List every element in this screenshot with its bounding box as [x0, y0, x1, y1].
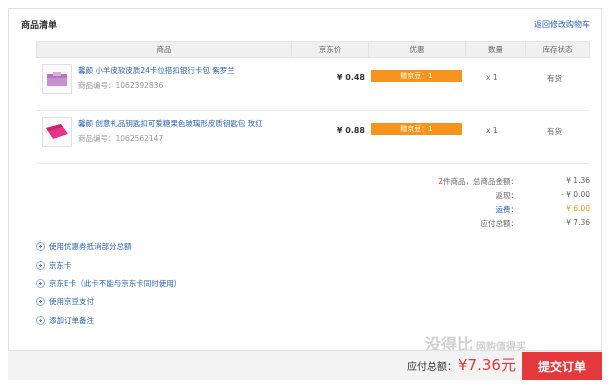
header-price: 京东价	[292, 42, 369, 57]
rebate-label: 返现：	[495, 191, 519, 200]
option-label: 京东E卡（此卡不能与京东卡同时使用）	[49, 278, 182, 288]
option-jd-beans[interactable]: 使用京豆支付	[36, 295, 94, 307]
rebate-value: - ¥ 0.00	[561, 190, 590, 199]
stock-status: 有货	[547, 74, 562, 83]
option-jd-ecard[interactable]: 京东E卡（此卡不能与京东卡同时使用）	[36, 277, 181, 289]
plus-icon	[36, 278, 45, 288]
header-quantity: 数量	[466, 42, 526, 57]
product-price: ¥ 0.48	[336, 73, 365, 82]
plus-icon	[36, 260, 45, 270]
plus-icon	[36, 296, 45, 306]
option-coupon[interactable]: 使用优惠券抵消部分总额	[36, 240, 132, 252]
stock-status: 有货	[547, 127, 562, 136]
option-label: 京东卡	[49, 260, 72, 270]
product-quantity: x 1	[486, 73, 498, 82]
product-name-link[interactable]: 馨颜 创意礼品钥匙扣可爱糖果色玻璃形皮质钥匙包 玫红	[78, 118, 263, 129]
summary-payable: 应付总额： ¥ 7.36	[380, 218, 591, 231]
summary-goods-total: 2件商品，总商品金额： ¥ 1.36	[380, 176, 590, 189]
shipping-value: ¥ 6.00	[566, 204, 590, 213]
option-label: 使用优惠券抵消部分总额	[49, 241, 132, 251]
product-thumbnail[interactable]	[42, 64, 72, 94]
table-row: 馨颜 创意礼品钥匙扣可爱糖果色玻璃形皮质钥匙包 玫红 商品编号：10625621…	[36, 112, 590, 164]
item-count-label: 件商品，总商品金额：	[443, 177, 518, 186]
option-jd-card[interactable]: 京东卡	[36, 259, 72, 271]
summary-shipping: 运费： ¥ 6.00	[380, 204, 591, 217]
header-stock: 库存状态	[542, 45, 573, 54]
header-discount: 优惠	[369, 42, 466, 57]
summary-rebate: 返现： - ¥ 0.00	[380, 190, 591, 203]
checkout-total-label: 应付总额：	[407, 362, 457, 373]
goods-total-value: ¥ 1.36	[566, 176, 590, 185]
product-thumbnail[interactable]	[42, 117, 72, 147]
back-to-cart-link[interactable]: 返回修改购物车	[534, 19, 590, 30]
section-title: 商品清单	[21, 21, 58, 31]
payable-value: ¥ 7.36	[566, 218, 590, 227]
plus-icon	[36, 241, 45, 251]
product-id: 商品编号：1062392836	[78, 81, 164, 90]
header-product: 商品	[37, 42, 292, 57]
product-price: ¥ 0.88	[336, 126, 365, 135]
shipping-label[interactable]: 运费：	[496, 204, 519, 215]
product-name-link[interactable]: 馨颜 小羊皮软皮质24卡位搭扣银行卡包 紫罗兰	[78, 65, 235, 76]
discount-badge: 赠京豆：1	[371, 123, 462, 135]
payable-label: 应付总额：	[480, 219, 519, 228]
product-quantity: x 1	[486, 126, 498, 135]
option-label: 添加订单备注	[49, 315, 94, 325]
submit-order-button[interactable]: 提交订单	[522, 352, 602, 380]
product-id: 商品编号：1062562147	[78, 134, 164, 143]
discount-badge: 赠京豆：1	[371, 70, 462, 82]
plus-icon	[36, 315, 45, 325]
checkout-total-value: ¥7.36元	[458, 356, 516, 374]
table-row: 馨颜 小羊皮软皮质24卡位搭扣银行卡包 紫罗兰 商品编号：1062392836 …	[36, 59, 590, 111]
option-label: 使用京豆支付	[49, 296, 94, 306]
table-header: 商品 京东价 优惠 数量 库存状态	[36, 41, 590, 58]
option-order-note[interactable]: 添加订单备注	[36, 314, 94, 326]
